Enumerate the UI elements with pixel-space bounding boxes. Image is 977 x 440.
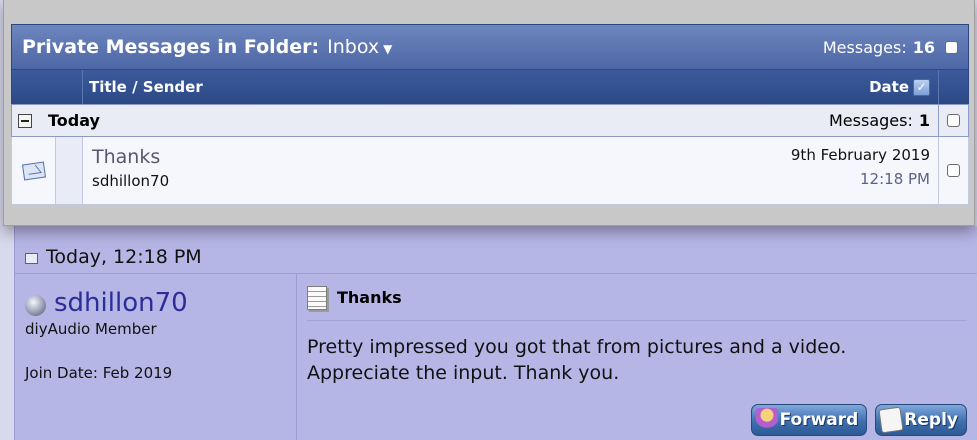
message-row[interactable]: Thanks sdhillon70 9th February 2019 12:1… [11,137,969,205]
private-message-post: Today, 12:18 PM sdhillon70 diyAudio Memb… [14,226,977,440]
column-date-label: Date [869,78,909,96]
group-messages-label: Messages: [829,111,913,130]
username-row: sdhillon70 [25,288,296,318]
divider [307,320,967,321]
group-checkbox[interactable] [947,114,960,127]
select-all-checkbox[interactable] [945,40,958,54]
folder-header: Private Messages in Folder: Inbox ▼ Mess… [11,24,969,70]
reply-label: Reply [904,410,958,430]
message-title-link[interactable]: Thanks [92,146,791,168]
group-label: Today [48,111,100,130]
group-messages-count: 1 [918,111,930,130]
envelope-icon [21,161,46,180]
document-icon [307,286,327,310]
message-line: Pretty impressed you got that from pictu… [307,336,847,358]
message-title: Thanks [337,287,402,307]
join-date: Join Date: Feb 2019 [25,364,173,382]
message-spacer-cell [55,137,83,204]
message-checkbox[interactable] [947,164,960,177]
group-header-today: Today Messages: 1 [11,104,969,137]
message-title-row: Thanks [307,284,977,310]
forward-label: Forward [779,410,859,430]
message-list-table: Private Messages in Folder: Inbox ▼ Mess… [11,24,969,206]
collapse-icon[interactable] [18,113,32,128]
column-title-sender[interactable]: Title / Sender [83,70,869,104]
message-icon-cell [12,137,55,204]
column-checkbox [938,70,968,104]
post-buttons: Forward Reply [750,404,967,436]
reply-icon [878,406,904,434]
chevron-down-icon[interactable]: ▼ [383,42,392,56]
reply-button[interactable]: Reply [875,404,967,436]
column-icon [12,70,83,104]
message-date-cell: 9th February 2019 12:18 PM [791,137,938,204]
message-checkbox-cell [938,137,968,204]
message-main-cell: Thanks sdhillon70 [83,137,791,204]
post-icon [25,253,38,264]
post-content: Thanks Pretty impressed you got that fro… [297,274,977,440]
message-body: Pretty impressed you got that from pictu… [307,334,977,386]
post-timestamp: Today, 12:18 PM [46,245,202,268]
username-link[interactable]: sdhillon70 [54,288,188,318]
forward-button[interactable]: Forward [750,404,868,436]
message-list-popup: Private Messages in Folder: Inbox ▼ Mess… [3,0,975,226]
post-header: Today, 12:18 PM [15,226,977,274]
sort-descending-icon[interactable]: ✓ [913,78,930,96]
user-title: diyAudio Member [25,320,157,338]
group-checkbox-cell [938,105,968,136]
forward-icon [755,408,778,432]
message-sender[interactable]: sdhillon70 [92,172,791,190]
column-date[interactable]: Date ✓ [869,70,938,104]
messages-label: Messages: [822,37,907,57]
message-line: Appreciate the input. Thank you. [307,362,620,384]
column-header-row: Title / Sender Date ✓ [11,70,969,104]
folder-title: Private Messages in Folder: [22,36,320,58]
post-body: sdhillon70 diyAudio Member Join Date: Fe… [15,274,977,440]
message-date: 9th February 2019 [790,146,930,164]
messages-count: 16 [912,37,935,57]
folder-selector[interactable]: Inbox [327,36,379,58]
offline-status-icon [25,294,46,316]
post-user-info: sdhillon70 diyAudio Member Join Date: Fe… [15,274,297,440]
message-time: 12:18 PM [860,170,930,188]
